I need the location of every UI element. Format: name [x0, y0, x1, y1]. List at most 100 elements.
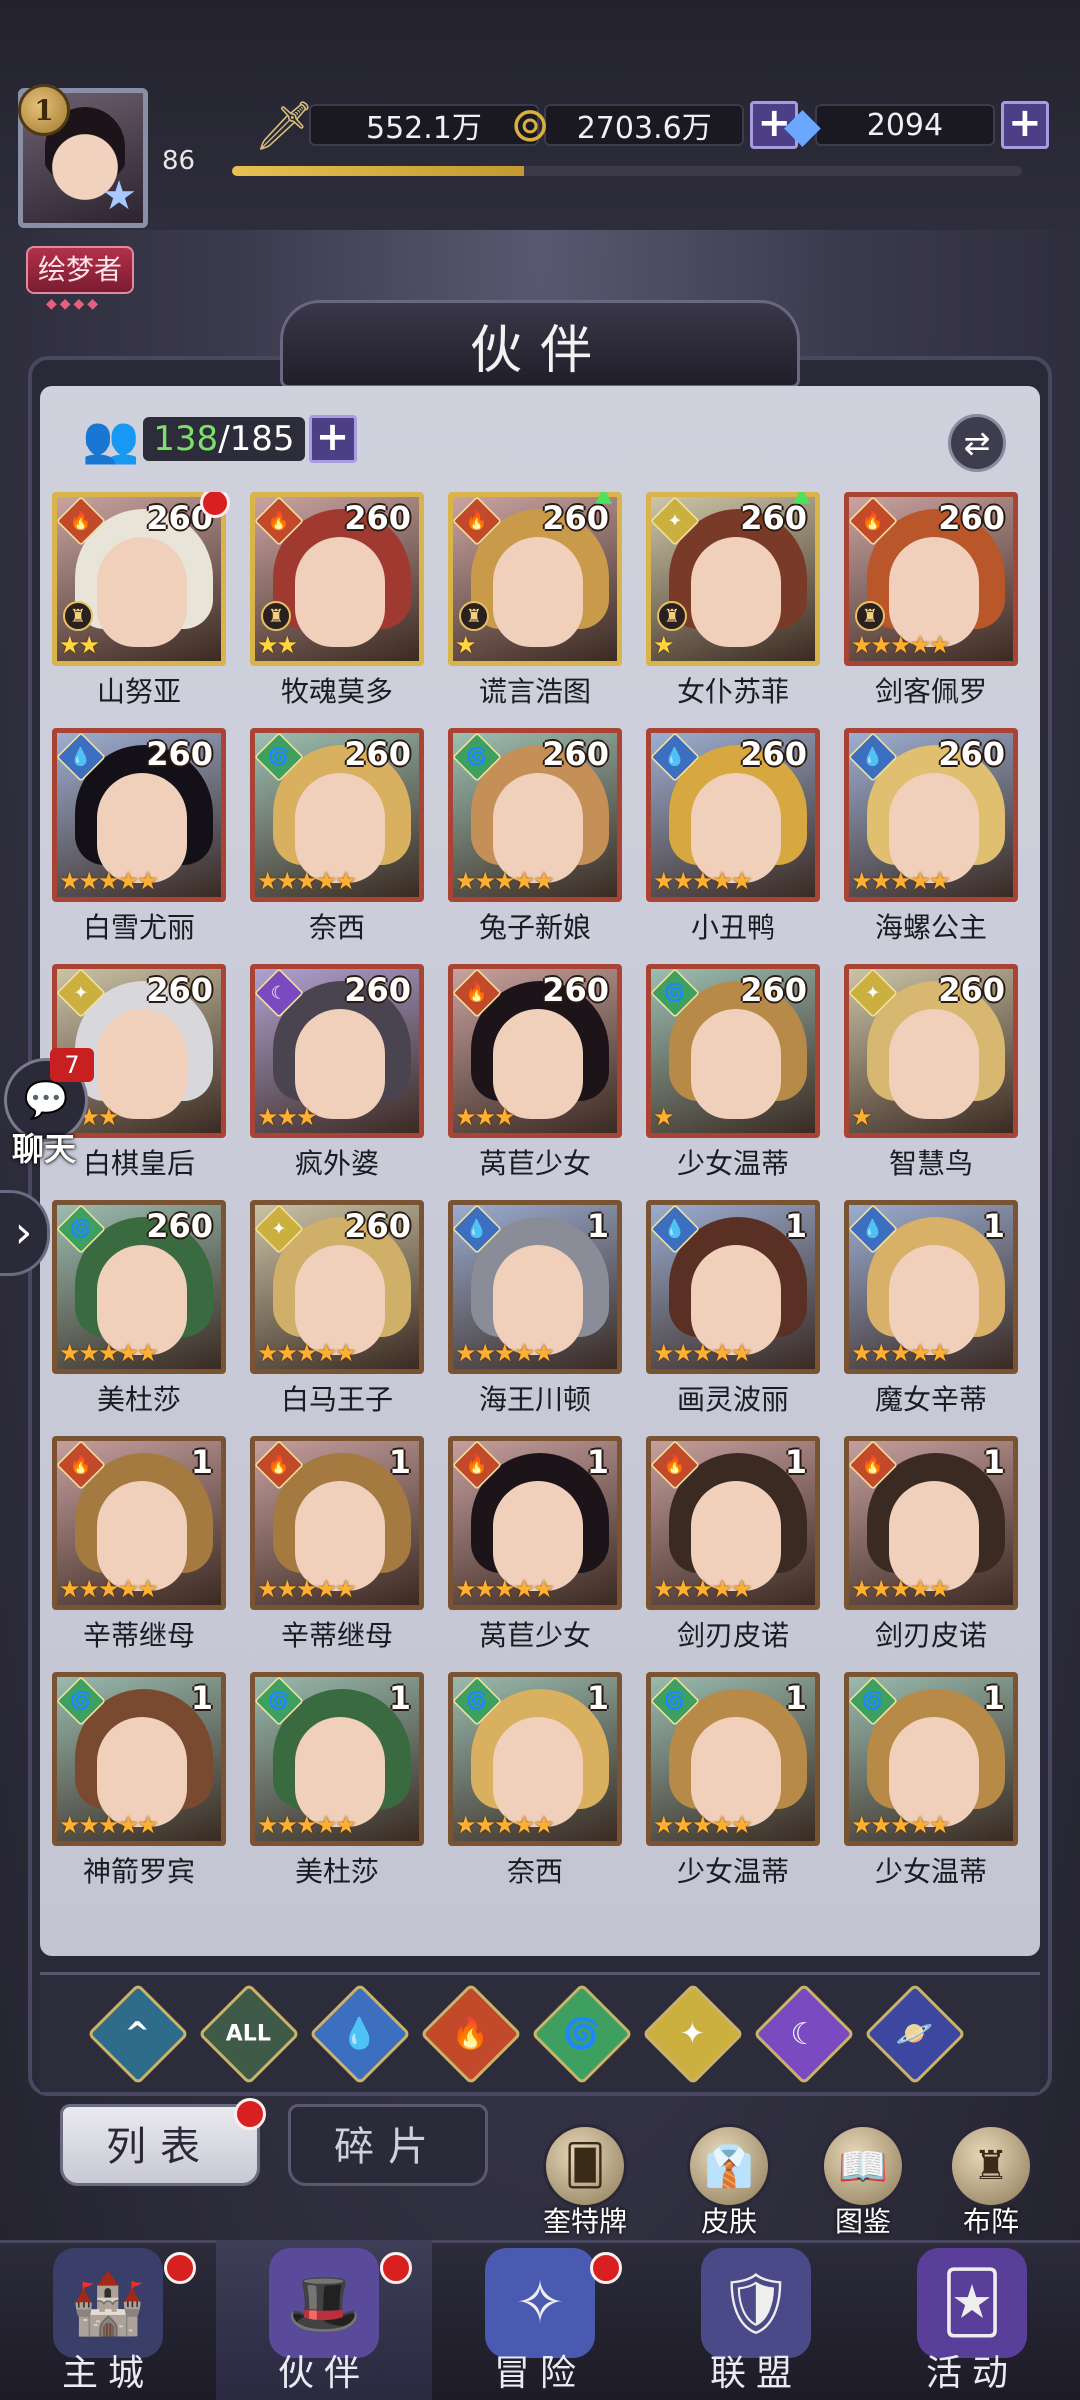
star-rating: ★★★★★	[851, 631, 951, 659]
star-icon: ★	[101, 173, 137, 219]
partner-card[interactable]: 🔥 1 ★★★★★ 剑刃皮诺	[844, 1436, 1018, 1658]
partner-level: 260	[146, 971, 213, 1009]
player-title-badge[interactable]: 绘梦者	[26, 246, 134, 294]
tab-fragments[interactable]: 碎片	[288, 2104, 488, 2186]
player-rank-badge: 1	[18, 84, 70, 136]
nav-events[interactable]: 🃏 活动	[864, 2240, 1080, 2400]
partner-card[interactable]: 🔥 260 ♜ ★★★★★ 剑客佩罗	[844, 492, 1018, 714]
chat-label: 聊天	[12, 1130, 77, 1168]
partner-level: 1	[784, 1207, 807, 1245]
star-rating: ★	[653, 631, 674, 659]
expand-roster-button[interactable]: +	[308, 415, 357, 463]
partner-portrait: 💧 1 ★★★★★	[844, 1200, 1018, 1374]
partner-card[interactable]: 🌀 1 ★★★★★ 少女温蒂	[844, 1672, 1018, 1894]
star-rating: ★★★★★	[257, 867, 357, 895]
partner-card[interactable]: 🔥 1 ★★★★★ 莴苣少女	[448, 1436, 622, 1658]
partner-portrait: 💧 260 ★★★★★	[646, 728, 820, 902]
partner-card[interactable]: 🌀 1 ★★★★★ 少女温蒂	[646, 1672, 820, 1894]
star-rating: ★★★★★	[653, 1575, 753, 1603]
codex-button[interactable]: 📖 图鉴	[808, 2124, 918, 2238]
partner-name: 莴苣少女	[478, 1619, 591, 1652]
partner-name: 美杜莎	[96, 1383, 181, 1416]
partner-name: 疯外婆	[294, 1147, 379, 1180]
partner-name: 莴苣少女	[478, 1147, 591, 1180]
star-rating: ★★★★★	[653, 867, 753, 895]
partner-portrait: 🔥 260 ♜ ★★	[52, 492, 226, 666]
star-rating: ★★★★★	[59, 1811, 159, 1839]
partner-card[interactable]: 💧 260 ★★★★★ 小丑鸭	[646, 728, 820, 950]
nav-alliance[interactable]: 🛡 联盟	[648, 2240, 864, 2400]
partner-card[interactable]: 🔥 260 ♜ ★ ▲ 谎言浩图	[448, 492, 622, 714]
partner-card[interactable]: 🌀 260 ★ 少女温蒂	[646, 964, 820, 1186]
partner-level: 1	[190, 1443, 213, 1481]
star-rating: ★★★★★	[653, 1811, 753, 1839]
partner-card[interactable]: 🔥 1 ★★★★★ 辛蒂继母	[250, 1436, 424, 1658]
partner-card[interactable]: 🔥 1 ★★★★★ 剑刃皮诺	[646, 1436, 820, 1658]
partner-portrait: ✦ 260 ♜ ★	[646, 492, 820, 666]
partner-name: 白雪尤丽	[82, 911, 195, 944]
partner-card[interactable]: ✦ 260 ★ 智慧鸟	[844, 964, 1018, 1186]
formation-button[interactable]: ♜ 布阵	[936, 2124, 1046, 2238]
partner-card[interactable]: 💧 1 ★★★★★ 海王川顿	[448, 1200, 622, 1422]
skins-button[interactable]: 👔 皮肤	[674, 2124, 784, 2238]
tab-list[interactable]: 列表	[60, 2104, 260, 2186]
partner-card[interactable]: 🌀 260 ★★★★★ 兔子新娘	[448, 728, 622, 950]
partner-level: 1	[982, 1443, 1005, 1481]
star-rating: ★★★★★	[851, 1575, 951, 1603]
partner-card[interactable]: 🌀 1 ★★★★★ 奈西	[448, 1672, 622, 1894]
partner-card[interactable]: 🔥 260 ♜ ★★ 山努亚	[52, 492, 230, 714]
partner-card[interactable]: ✦ 260 ♜ ★ ▲ 女仆苏菲	[646, 492, 820, 714]
partner-portrait: 🌀 260 ★★★★★	[448, 728, 622, 902]
partner-card[interactable]: 🌀 1 ★★★★★ 美杜莎	[250, 1672, 424, 1894]
partner-card[interactable]: 💧 1 ★★★★★ 画灵波丽	[646, 1200, 820, 1422]
partner-card[interactable]: 🔥 260 ★★★ 莴苣少女	[448, 964, 622, 1186]
partner-name: 辛蒂继母	[82, 1619, 195, 1652]
outfit-icon: 👔	[687, 2124, 771, 2208]
gold-value: 2703.6万	[544, 104, 745, 146]
partner-card[interactable]: 💧 1 ★★★★★ 魔女辛蒂	[844, 1200, 1018, 1422]
town-notification-dot	[164, 2252, 196, 2284]
star-rating: ★★★★★	[59, 1575, 159, 1603]
adventure-notification-dot	[590, 2252, 622, 2284]
partner-portrait: 💧 1 ★★★★★	[448, 1200, 622, 1374]
partner-card[interactable]: 💧 260 ★★★★★ 白雪尤丽	[52, 728, 226, 950]
page-title: 伙伴	[469, 321, 610, 381]
partner-portrait: 🌀 260 ★★★★★	[52, 1200, 226, 1374]
diamond-icon: ◆	[784, 97, 821, 153]
sort-toggle-button[interactable]: ⇄	[948, 414, 1006, 472]
all-icon: ALL	[226, 2021, 272, 2047]
star-rating: ★★★★★	[59, 867, 159, 895]
portrait-face	[889, 1009, 979, 1119]
chevron-right-icon: ›	[14, 1207, 33, 1258]
partner-card[interactable]: 💧 260 ★★★★★ 海螺公主	[844, 728, 1018, 950]
partner-card[interactable]: ☾ 260 ★★★ 疯外婆	[250, 964, 424, 1186]
star-rating: ★★★	[455, 1103, 516, 1131]
partner-card[interactable]: 🌀 260 ★★★★★ 美杜莎	[52, 1200, 226, 1422]
add-gems-button[interactable]: +	[1000, 101, 1049, 149]
partner-card[interactable]: 🌀 1 ★★★★★ 神箭罗宾	[52, 1672, 226, 1894]
nav-adventure-label: 冒险	[493, 2353, 586, 2394]
partner-name: 魔女辛蒂	[874, 1383, 987, 1416]
partner-name: 少女温蒂	[676, 1855, 789, 1888]
partner-level: 260	[740, 971, 807, 1009]
xp-bar-fill	[232, 166, 525, 176]
partner-card[interactable]: 🌀 260 ★★★★★ 奈西	[250, 728, 424, 950]
quest-cards-button[interactable]: 🂠 奎特牌	[530, 2124, 640, 2238]
nav-town-label: 主城	[61, 2353, 154, 2394]
water-icon: 💧	[341, 2016, 379, 2052]
partner-name: 少女温蒂	[676, 1147, 789, 1180]
partner-card[interactable]: 🔥 260 ♜ ★★ 牧魂莫多	[250, 492, 424, 714]
partner-card[interactable]: ✦ 260 ★★★★★ 白马王子	[250, 1200, 424, 1422]
quest-cards-label: 奎特牌	[542, 2205, 627, 2238]
star-rating: ★★	[257, 631, 298, 659]
title-ornament: ◆◆◆◆	[46, 296, 102, 312]
partner-card[interactable]: 🔥 1 ★★★★★ 辛蒂继母	[52, 1436, 226, 1658]
chat-unread-count: 7	[50, 1048, 94, 1082]
roster-count-box: 138/185	[143, 417, 305, 461]
portrait-face	[295, 537, 385, 647]
partner-grid: 🔥 260 ♜ ★★ 山努亚 🔥 260 ♜ ★★ 牧魂莫多 🔥 260 ♜ ★ ▲ 谎言浩图 ✦ 260 ♜ ★ ▲ 女…	[52, 492, 1032, 1942]
star-rating: ★★★★★	[59, 1339, 159, 1367]
formation-chess-icon: ♜	[261, 601, 291, 631]
roster-total: /185	[218, 419, 295, 459]
partner-portrait: 🔥 1 ★★★★★	[250, 1436, 424, 1610]
